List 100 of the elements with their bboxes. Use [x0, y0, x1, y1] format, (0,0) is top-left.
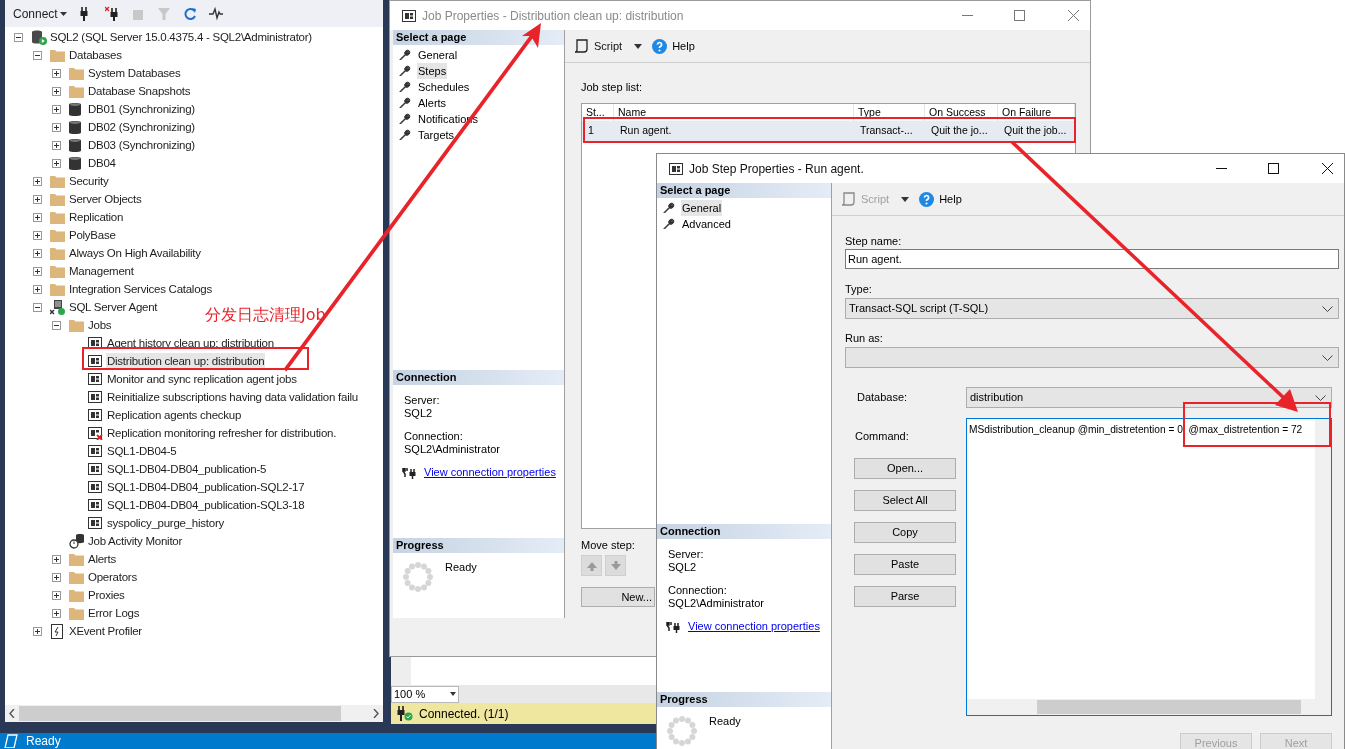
tree-item[interactable]: Security — [68, 172, 110, 190]
expand-toggle[interactable] — [52, 320, 61, 330]
tree-item[interactable]: Management — [68, 262, 135, 280]
page-item[interactable]: Steps — [417, 62, 448, 80]
expand-toggle[interactable] — [33, 230, 42, 240]
tree-item[interactable]: Always On High Availability — [68, 244, 202, 262]
tree-item[interactable]: SQL1-DB04-5 — [106, 442, 178, 460]
page-item[interactable]: General — [681, 199, 723, 217]
page-item[interactable]: Advanced — [681, 215, 732, 233]
expand-toggle[interactable] — [52, 104, 61, 114]
expand-toggle[interactable] — [52, 86, 61, 96]
expand-toggle[interactable] — [52, 590, 61, 600]
expand-toggle[interactable] — [33, 50, 42, 60]
tree-item[interactable]: Proxies — [87, 586, 126, 604]
tree-item[interactable]: Replication monitoring refresher for distribution. — [106, 424, 338, 442]
page-item[interactable]: Schedules — [417, 78, 471, 96]
tree-item[interactable]: Reinitialize subscriptions having data validation failu — [106, 388, 359, 406]
expand-toggle[interactable] — [33, 266, 42, 276]
connection-properties-link[interactable]: View connection properties — [424, 466, 556, 479]
tree-item[interactable]: SQL1-DB04-DB04_publication-SQL2-17 — [106, 478, 306, 496]
column-header[interactable]: St... — [582, 103, 614, 121]
tree-item[interactable]: PolyBase — [68, 226, 117, 244]
tree-item[interactable]: SQL1-DB04-DB04_publication-SQL3-18 — [106, 496, 306, 514]
expand-toggle[interactable] — [52, 554, 61, 564]
disconnect-icon[interactable] — [104, 5, 119, 22]
expand-toggle[interactable] — [14, 32, 23, 42]
column-header[interactable]: Name — [614, 103, 854, 121]
expand-toggle[interactable] — [52, 122, 61, 132]
field-label: Connection: — [404, 430, 464, 443]
expand-toggle[interactable] — [33, 194, 42, 204]
maximize-icon[interactable] — [1268, 163, 1279, 174]
tree-item[interactable]: SQL Server Agent — [68, 298, 159, 316]
caret-icon[interactable] — [901, 196, 910, 202]
tree-item[interactable]: Database Snapshots — [87, 82, 192, 100]
table-row[interactable]: 1 Run agent. Transact-... Quit the jo... Quit the job... — [582, 120, 1075, 142]
tree-item[interactable]: DB03 (Synchronizing) — [87, 136, 196, 154]
refresh-icon[interactable] — [182, 5, 197, 22]
job-icon — [88, 481, 102, 493]
tree-item[interactable]: Job Activity Monitor — [87, 532, 184, 550]
expand-toggle[interactable] — [52, 608, 61, 618]
connection-properties-link[interactable]: View connection properties — [688, 620, 820, 633]
tree-item[interactable]: Replication — [68, 208, 125, 226]
tree-item[interactable]: Operators — [87, 568, 138, 586]
tree-item[interactable]: syspolicy_purge_history — [106, 514, 225, 532]
help-button[interactable]: Help — [919, 190, 962, 208]
scrollbar-thumb[interactable] — [19, 706, 341, 721]
tree-item[interactable]: Alerts — [87, 550, 117, 568]
tree-item[interactable]: Jobs — [87, 316, 113, 334]
command-button[interactable]: Parse — [854, 585, 956, 607]
tree-item[interactable]: XEvent Profiler — [68, 622, 143, 640]
wrench-icon — [399, 97, 411, 109]
caret-icon[interactable] — [634, 43, 643, 49]
zoom-dropdown[interactable]: 100 % — [391, 685, 459, 703]
horizontal-scrollbar[interactable] — [5, 705, 383, 722]
tree-item[interactable]: Error Logs — [87, 604, 141, 622]
database-dropdown[interactable]: distribution — [966, 387, 1332, 408]
tree-item[interactable]: Replication agents checkup — [106, 406, 243, 424]
help-button[interactable]: Help — [652, 37, 695, 55]
command-button[interactable]: Select All — [854, 489, 956, 511]
new-button[interactable]: New... — [581, 587, 655, 607]
expand-toggle[interactable] — [52, 140, 61, 150]
step-name-field[interactable]: Run agent. — [845, 249, 1339, 269]
tree-item[interactable]: Server Objects — [68, 190, 143, 208]
tree-item[interactable]: Databases — [68, 46, 123, 64]
script-icon — [841, 192, 855, 206]
job-icon — [88, 355, 102, 367]
activity-icon[interactable] — [208, 5, 223, 22]
type-dropdown[interactable]: Transact-SQL script (T-SQL) — [845, 298, 1339, 319]
command-button[interactable]: Open... — [854, 457, 956, 479]
tree-item[interactable]: Monitor and sync replication agent jobs — [106, 370, 298, 388]
tree-item[interactable]: SQL1-DB04-DB04_publication-5 — [106, 460, 268, 478]
expand-toggle[interactable] — [33, 284, 42, 294]
page-item[interactable]: General — [417, 46, 459, 64]
expand-toggle[interactable] — [33, 626, 42, 636]
tree-item[interactable]: DB01 (Synchronizing) — [87, 100, 196, 118]
expand-toggle[interactable] — [33, 176, 42, 186]
tree-item[interactable]: System Databases — [87, 64, 182, 82]
table-cell-text: 1 — [587, 123, 595, 139]
column-header[interactable]: On Failure — [998, 103, 1075, 121]
expand-toggle[interactable] — [33, 212, 42, 222]
command-button[interactable]: Paste — [854, 553, 956, 575]
tree-item[interactable]: SQL2 (SQL Server 15.0.4375.4 - SQL2\Administrator) — [49, 28, 313, 46]
expand-toggle[interactable] — [52, 572, 61, 582]
close-icon[interactable] — [1322, 163, 1333, 174]
page-item[interactable]: Alerts — [417, 94, 448, 112]
expand-toggle[interactable] — [33, 248, 42, 258]
column-header[interactable]: On Success — [925, 103, 998, 121]
chevron-down-icon — [1322, 354, 1333, 361]
connect-button[interactable]: Connect — [13, 4, 67, 23]
page-item[interactable]: Targets — [417, 126, 456, 144]
tree-item[interactable]: DB02 (Synchronizing) — [87, 118, 196, 136]
expand-toggle[interactable] — [52, 68, 61, 78]
script-button[interactable]: Script — [574, 37, 623, 55]
field-label: Step name: — [845, 234, 903, 248]
command-button[interactable]: Copy — [854, 521, 956, 543]
tree-item[interactable]: DB04 — [87, 154, 117, 172]
script-icon — [574, 39, 588, 53]
expand-toggle[interactable] — [52, 158, 61, 168]
tree-item[interactable]: Integration Services Catalogs — [68, 280, 213, 298]
expand-toggle[interactable] — [33, 302, 42, 312]
